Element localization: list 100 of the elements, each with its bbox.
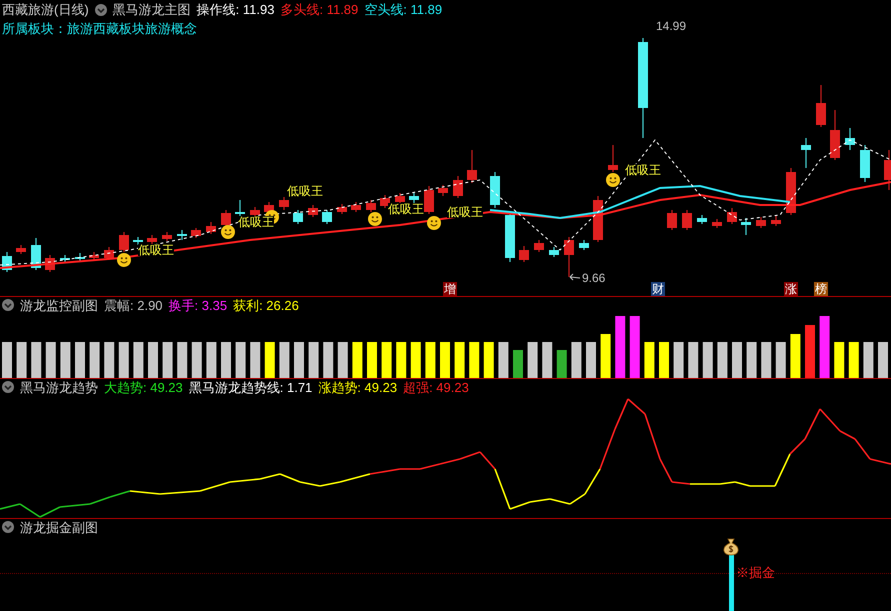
histogram-bar — [440, 342, 450, 378]
histogram-bar — [16, 342, 27, 378]
histogram-bar — [805, 325, 815, 378]
candlestick — [519, 246, 529, 262]
chevron-icon[interactable] — [94, 4, 107, 16]
histogram-bar — [118, 342, 129, 378]
candlestick — [801, 138, 811, 168]
event-tag: 榜 — [814, 282, 828, 296]
candlestick — [884, 150, 891, 190]
chevron-icon[interactable] — [2, 299, 14, 311]
signal-label: ※掘金 — [736, 566, 775, 579]
indicator-value: 获利: 26.26 — [233, 298, 299, 312]
candlestick — [177, 230, 187, 240]
histogram-bar — [60, 342, 70, 378]
histogram-bar — [46, 342, 56, 378]
candlestick — [845, 128, 855, 150]
candlestick — [31, 238, 41, 270]
indicator-value: 空头线: 11.89 — [364, 3, 442, 16]
histogram-bar — [498, 342, 508, 378]
indicator-value: 大趋势: 49.23 — [104, 380, 183, 394]
candlestick — [860, 144, 870, 182]
candlestick — [279, 196, 289, 210]
leader-line — [570, 274, 580, 280]
signal-label: 低吸王 — [287, 185, 323, 197]
signal-label: 低吸王 — [238, 216, 274, 228]
candlestick — [667, 210, 677, 230]
stock-name: 西藏旅游(日线) — [2, 3, 89, 16]
chevron-icon[interactable] — [2, 381, 14, 393]
histogram-bar — [834, 342, 844, 378]
histogram-bar — [2, 342, 12, 378]
histogram-bar — [556, 350, 567, 378]
histogram-bar — [75, 342, 85, 378]
histogram-bar — [410, 342, 421, 378]
indicator-value: 涨趋势: 49.23 — [318, 380, 398, 394]
smiley-icon — [117, 253, 131, 267]
histogram-bar — [513, 350, 523, 378]
histogram-bar — [279, 342, 290, 378]
candlestick — [830, 110, 840, 160]
candlestick — [206, 222, 216, 234]
histogram-bar — [221, 342, 231, 378]
candlestick — [712, 218, 722, 228]
candlestick — [816, 84, 826, 128]
signal-label: 低吸王 — [138, 244, 174, 256]
candlestick — [322, 210, 332, 224]
histogram-bar — [615, 316, 626, 378]
histogram-bar — [425, 342, 436, 378]
histogram-bar — [674, 342, 684, 378]
candlestick — [293, 210, 303, 224]
histogram-bar — [206, 342, 216, 378]
candlestick — [697, 214, 707, 224]
histogram-bar — [746, 342, 757, 378]
histogram-bar — [469, 342, 480, 378]
smiley-icon — [427, 216, 441, 230]
panel-title: 游龙监控副图 — [20, 298, 98, 312]
candlestick — [608, 144, 618, 172]
candlestick — [2, 252, 12, 272]
event-tag: 财 — [651, 282, 665, 296]
candlestick — [75, 252, 85, 262]
histogram-bar — [264, 342, 275, 378]
chevron-icon[interactable] — [2, 521, 14, 533]
candlestick — [438, 184, 448, 196]
histogram-bar — [90, 342, 100, 378]
histogram-bar — [688, 342, 698, 378]
indicator-value: 黑马游龙趋势线: 1.71 — [188, 380, 312, 394]
candlestick — [235, 200, 245, 218]
histogram-bar — [323, 342, 334, 378]
candlestick — [579, 240, 589, 250]
candlestick — [424, 186, 434, 214]
sector-label: 所属板块：旅游西藏板块旅游概念 — [2, 22, 197, 35]
candlestick — [467, 150, 477, 184]
histogram-bar — [644, 342, 654, 378]
candlestick — [409, 192, 419, 204]
candlestick — [351, 202, 361, 212]
smiley-icon — [606, 173, 620, 187]
histogram-bar — [454, 342, 465, 378]
candlestick — [250, 206, 260, 218]
price-label: 14.99 — [656, 20, 686, 32]
indicator-value: 操作线: 11.93 — [196, 3, 274, 16]
candlestick — [162, 232, 172, 242]
indicator-value: 换手: 3.35 — [168, 298, 228, 312]
candlestick — [534, 240, 544, 252]
histogram-bar — [528, 342, 538, 378]
indicator-value: 超强: 49.23 — [403, 380, 469, 394]
event-tag: 增 — [443, 282, 457, 296]
signal-label: 低吸王 — [447, 206, 483, 218]
histogram-bar — [308, 342, 319, 378]
money-bag-icon — [723, 538, 739, 556]
histogram-bar — [338, 342, 348, 378]
histogram-bar — [820, 316, 830, 378]
candlestick — [119, 232, 129, 252]
candlestick — [395, 192, 405, 204]
event-tag: 涨 — [784, 282, 798, 296]
candlestick — [741, 218, 751, 236]
candlestick — [147, 234, 157, 244]
histogram-bar — [352, 342, 362, 378]
histogram-bar — [177, 342, 188, 378]
signal-label: 低吸王 — [388, 203, 424, 215]
candlestick — [16, 244, 26, 254]
candlestick — [380, 194, 390, 208]
candlestick — [308, 204, 318, 218]
